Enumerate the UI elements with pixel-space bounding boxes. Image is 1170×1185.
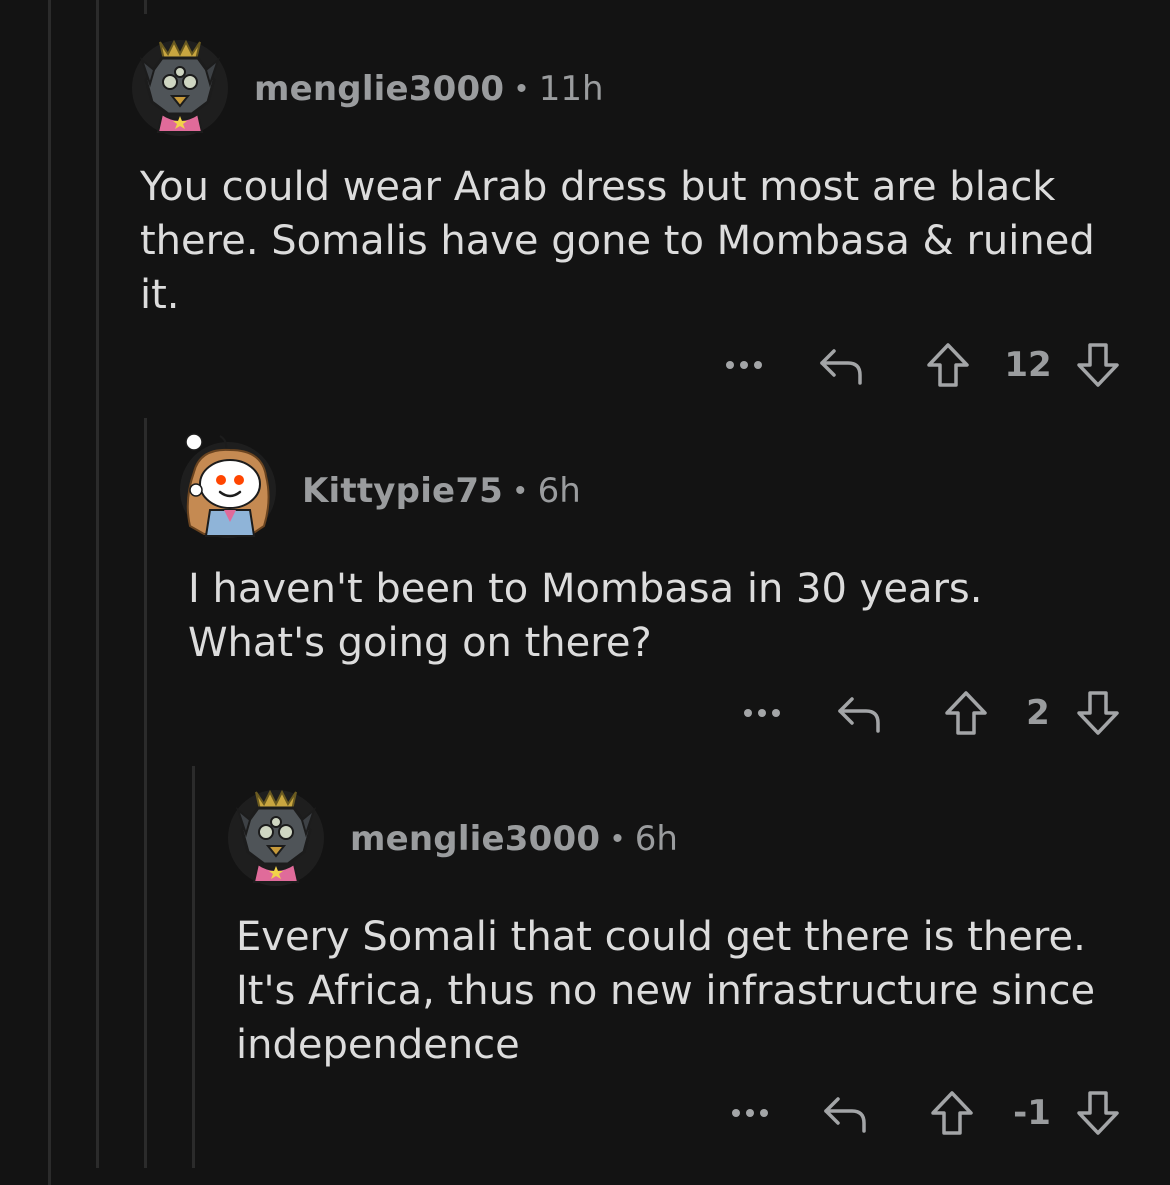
meta-separator: • (612, 822, 623, 855)
user-avatar[interactable] (180, 433, 276, 538)
comment-body: Every Somali that could get there is the… (236, 914, 1096, 1068)
meta-separator: • (515, 474, 526, 507)
comment-actions: 2 (0, 688, 1170, 738)
timestamp: 6h (634, 819, 678, 859)
username[interactable]: menglie3000 (254, 69, 504, 109)
downvote-button[interactable] (1070, 688, 1126, 738)
more-options-icon (732, 1109, 768, 1117)
more-options-icon (744, 709, 780, 717)
comment: Kittypie75 • 6h I haven't been to Mombas… (0, 400, 1170, 760)
downvote-icon (1077, 343, 1119, 387)
comment-actions: 12 (0, 340, 1170, 390)
more-options-button[interactable] (724, 1088, 776, 1138)
downvote-icon (1077, 1091, 1119, 1135)
upvote-icon (945, 691, 987, 735)
upvote-button[interactable] (920, 340, 976, 390)
downvote-button[interactable] (1070, 1088, 1126, 1138)
comment: menglie3000 • 11h You could wear Arab dr… (0, 0, 1170, 400)
timestamp: 6h (537, 471, 581, 511)
user-avatar[interactable] (228, 789, 324, 886)
username[interactable]: menglie3000 (350, 819, 600, 859)
snoo-armored-avatar-icon (235, 789, 317, 883)
more-options-icon (726, 361, 762, 369)
more-options-button[interactable] (736, 688, 788, 738)
comment-body: I haven't been to Mombasa in 30 years. W… (188, 566, 983, 666)
vote-score: -1 (1013, 1093, 1051, 1133)
meta-separator: • (516, 72, 527, 105)
snoo-long-hair-avatar-icon (185, 433, 270, 537)
upvote-button[interactable] (924, 1088, 980, 1138)
reply-icon (838, 697, 880, 733)
comment-actions: -1 (0, 1088, 1170, 1138)
reply-icon (824, 1097, 866, 1133)
reply-button[interactable] (816, 1088, 872, 1138)
more-options-button[interactable] (718, 340, 770, 390)
upvote-icon (931, 1091, 973, 1135)
timestamp: 11h (538, 69, 604, 109)
vote-score: 12 (1004, 345, 1052, 385)
comment-body: You could wear Arab dress but most are b… (140, 164, 1095, 318)
reply-icon (820, 349, 862, 385)
upvote-button[interactable] (938, 688, 994, 738)
username[interactable]: Kittypie75 (302, 471, 503, 511)
user-avatar[interactable] (132, 39, 228, 136)
reply-button[interactable] (812, 340, 868, 390)
vote-score: 2 (1026, 693, 1050, 733)
upvote-icon (927, 343, 969, 387)
downvote-button[interactable] (1070, 340, 1126, 390)
reply-button[interactable] (830, 688, 886, 738)
comment: menglie3000 • 6h Every Somali that could… (0, 760, 1170, 1185)
downvote-icon (1077, 691, 1119, 735)
snoo-armored-avatar-icon (139, 39, 221, 133)
